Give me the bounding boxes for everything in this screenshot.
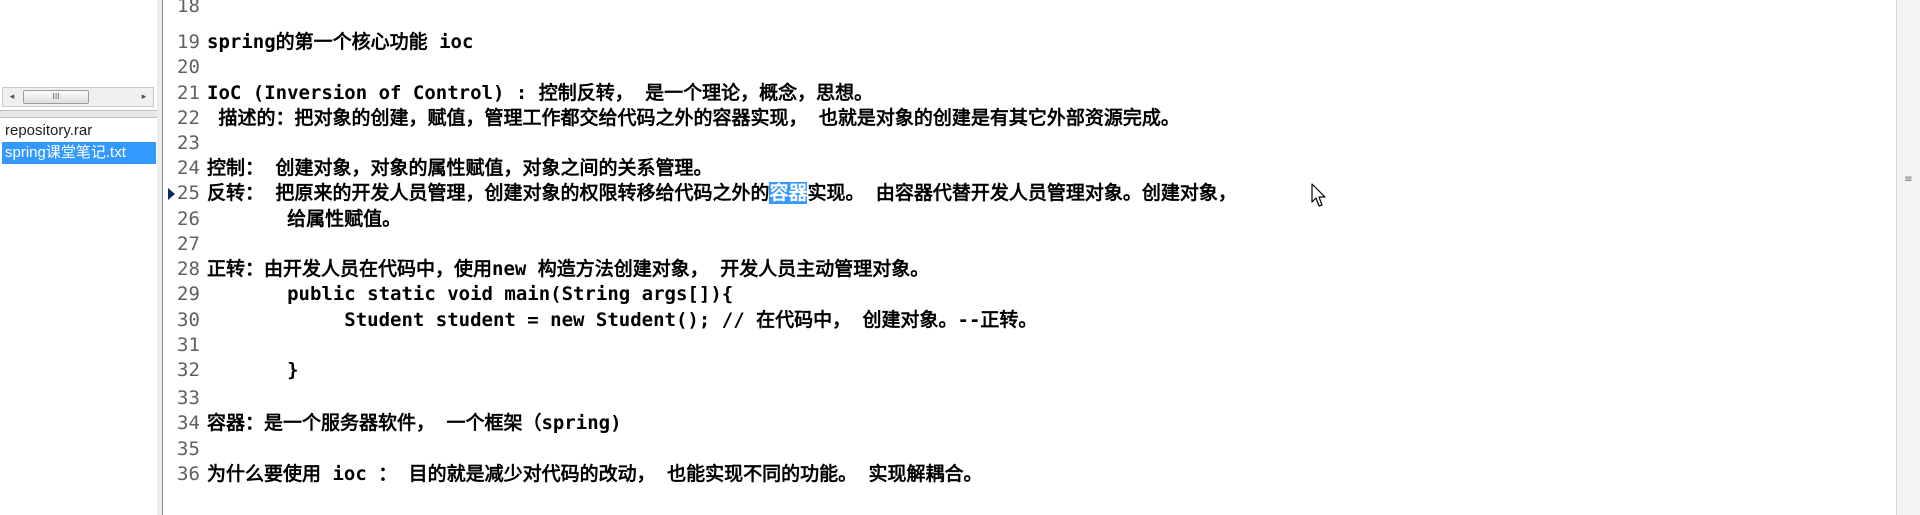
code-line: 36 为什么要使用 ioc ： 目的就是减少对代码的改动， 也能实现不同的功能。 … — [177, 462, 983, 487]
code-line: 35 — [177, 437, 207, 462]
line-text: 容器：是一个服务器软件， 一个框架（spring) — [207, 412, 622, 434]
code-line: 22 描述的：把对象的创建，赋值，管理工作都交给代码之外的容器实现， 也就是对象… — [177, 106, 1180, 131]
line-number: 19 — [177, 31, 200, 53]
panel-resize-handle[interactable] — [0, 110, 157, 118]
line-text: spring的第一个核心功能 ioc — [207, 31, 474, 53]
current-line-marker-icon — [168, 188, 175, 200]
file-item-spring-notes-txt[interactable]: spring课堂笔记.txt — [2, 142, 156, 164]
code-line: 18 — [177, 0, 207, 19]
line-text: } — [207, 359, 299, 381]
line-number: 25 — [177, 182, 200, 204]
code-line: 27 — [177, 232, 207, 257]
file-panel: ◂ III ▸ repository.rar spring课堂笔记.txt — [0, 0, 158, 515]
code-line: 20 — [177, 55, 207, 80]
code-line: 31 — [177, 333, 207, 358]
file-list: repository.rar spring课堂笔记.txt — [2, 120, 156, 164]
text-editor[interactable]: 18 19 spring的第一个核心功能 ioc 20 21 IoC (Invers… — [163, 0, 1896, 515]
code-line: 30 Student student = new Student(); // 在… — [177, 308, 1037, 333]
code-line: 21 IoC (Inversion of Control) : 控制反转， 是一个… — [177, 81, 873, 106]
horizontal-scroll-thumb[interactable]: III — [23, 90, 89, 104]
line-number: 22 — [177, 107, 200, 129]
line-number: 34 — [177, 412, 200, 434]
line-number: 24 — [177, 157, 200, 179]
line-number: 18 — [177, 0, 200, 17]
code-line: 33 — [177, 386, 207, 411]
code-line: 32 } — [177, 358, 299, 383]
line-number: 30 — [177, 309, 200, 331]
code-line: 23 — [177, 131, 207, 156]
folder-tree-pane[interactable] — [0, 0, 157, 87]
code-line: 28 正转：由开发人员在代码中，使用new 构造方法创建对象， 开发人员主动管理对… — [177, 257, 929, 282]
code-line-current: 25 反转： 把原来的开发人员管理，创建对象的权限转移给代码之外的容器实现。 由容… — [177, 181, 1237, 206]
line-number: 35 — [177, 438, 200, 460]
line-number: 26 — [177, 208, 200, 230]
code-line: 19 spring的第一个核心功能 ioc — [177, 30, 473, 55]
code-line: 34 容器：是一个服务器软件， 一个框架（spring) — [177, 411, 622, 436]
line-text: IoC (Inversion of Control) : 控制反转， 是一个理论… — [207, 82, 874, 104]
line-number: 33 — [177, 387, 200, 409]
line-text: 正转：由开发人员在代码中，使用new 构造方法创建对象， 开发人员主动管理对象。 — [207, 258, 930, 280]
selected-text[interactable]: 容器 — [769, 182, 808, 204]
line-number: 31 — [177, 334, 200, 356]
line-number: 27 — [177, 233, 200, 255]
line-text: 给属性赋值。 — [207, 208, 402, 230]
vertical-scroll-grip-icon[interactable]: ≡ — [1903, 175, 1914, 188]
line-text: 描述的：把对象的创建，赋值，管理工作都交给代码之外的容器实现， 也就是对象的创建… — [207, 107, 1180, 129]
line-text-before-selection: 反转： 把原来的开发人员管理，创建对象的权限转移给代码之外的 — [207, 182, 770, 204]
line-number: 32 — [177, 359, 200, 381]
line-number: 28 — [177, 258, 200, 280]
vertical-scrollbar[interactable]: ≡ — [1896, 0, 1920, 515]
scroll-right-icon[interactable]: ▸ — [135, 88, 153, 106]
line-number: 23 — [177, 132, 200, 154]
line-number: 20 — [177, 56, 200, 78]
line-text-after-selection: 实现。 由容器代替开发人员管理对象。创建对象， — [807, 182, 1237, 204]
line-number: 29 — [177, 283, 200, 305]
code-line: 26 给属性赋值。 — [177, 207, 401, 232]
line-text: 为什么要使用 ioc ： 目的就是减少对代码的改动， 也能实现不同的功能。 实现… — [207, 463, 983, 485]
line-text: Student student = new Student(); // 在代码中… — [207, 309, 1038, 331]
line-text: 控制： 创建对象，对象的属性赋值，对象之间的关系管理。 — [207, 157, 713, 179]
code-line: 24 控制： 创建对象，对象的属性赋值，对象之间的关系管理。 — [177, 156, 712, 181]
horizontal-scrollbar[interactable]: ◂ III ▸ — [2, 87, 154, 107]
line-number: 21 — [177, 82, 200, 104]
file-item-repository-rar[interactable]: repository.rar — [2, 120, 156, 142]
code-line: 29 public static void main(String args[]… — [177, 282, 733, 307]
scroll-left-icon[interactable]: ◂ — [3, 88, 21, 106]
mouse-pointer-icon — [1311, 183, 1326, 207]
line-text: public static void main(String args[]){ — [207, 283, 734, 305]
line-number: 36 — [177, 463, 200, 485]
